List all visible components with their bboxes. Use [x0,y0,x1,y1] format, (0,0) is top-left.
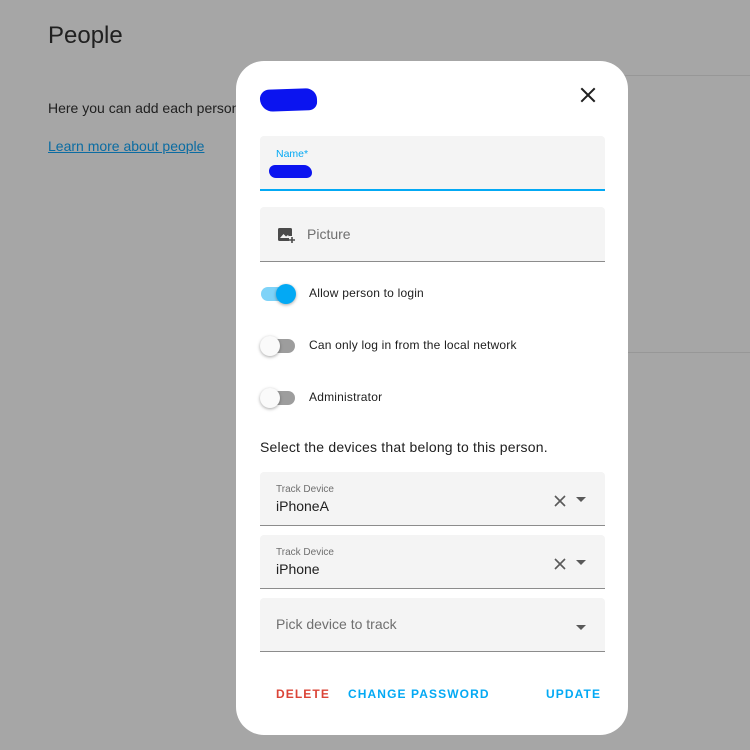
page-title: People [48,22,123,49]
learn-more-link[interactable]: Learn more about people [48,138,204,154]
clear-icon[interactable] [552,556,568,572]
pick-device-select[interactable]: Pick device to track [260,598,605,652]
picture-field[interactable]: Picture [260,207,605,262]
change-password-button[interactable]: CHANGE PASSWORD [348,687,490,701]
close-icon [580,87,596,103]
track-device-select-2[interactable]: Track Device iPhone [260,535,605,589]
add-photo-icon [278,228,295,243]
dialog-title-redacted [259,88,318,112]
name-field[interactable]: Name* [260,136,605,191]
name-value-redacted [269,165,312,178]
local-only-label: Can only log in from the local network [309,338,517,352]
person-dialog: Name* Picture Allow person to login Can … [236,61,628,735]
administrator-switch[interactable] [260,387,296,409]
track-device-value: iPhone [276,561,320,577]
dropdown-arrow-icon[interactable] [576,560,586,566]
toggle-row-local-only: Can only log in from the local network [260,335,605,357]
track-device-select-1[interactable]: Track Device iPhoneA [260,472,605,526]
toggle-row-administrator: Administrator [260,387,605,409]
clear-icon[interactable] [552,493,568,509]
track-device-label: Track Device [276,484,334,495]
toggle-row-allow-login: Allow person to login [260,283,605,305]
switch-thumb [260,336,280,356]
pick-device-placeholder: Pick device to track [276,616,397,632]
dropdown-arrow-icon[interactable] [576,625,586,631]
page-intro-text: Here you can add each person [48,100,240,116]
name-field-label: Name* [276,148,309,160]
switch-thumb [276,284,296,304]
local-only-switch[interactable] [260,335,296,357]
allow-login-switch[interactable] [260,283,296,305]
picture-placeholder: Picture [307,226,351,242]
track-device-value: iPhoneA [276,498,329,514]
allow-login-label: Allow person to login [309,286,424,300]
switch-thumb [260,388,280,408]
delete-button[interactable]: DELETE [276,687,330,701]
devices-prompt: Select the devices that belong to this p… [260,439,548,455]
dropdown-arrow-icon[interactable] [576,497,586,503]
update-button[interactable]: UPDATE [546,687,601,701]
track-device-label: Track Device [276,547,334,558]
administrator-label: Administrator [309,390,383,404]
close-button[interactable] [576,83,600,107]
